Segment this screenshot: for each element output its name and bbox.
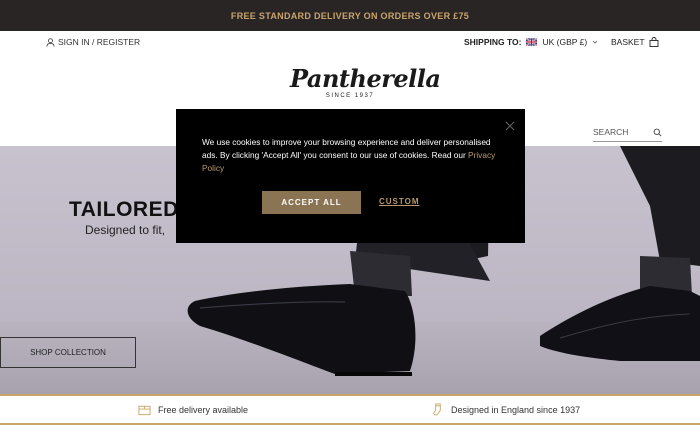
feature-england: Designed in England since 1937 — [431, 403, 580, 416]
basket-label: BASKET — [611, 37, 645, 47]
basket-link[interactable]: BASKET — [611, 37, 659, 47]
hero-title: TAILORED — [69, 198, 179, 221]
cookie-text: We use cookies to improve your browsing … — [202, 137, 491, 160]
shipping-label: SHIPPING TO: — [464, 37, 522, 47]
uk-flag-icon — [526, 38, 538, 46]
accept-all-button[interactable]: ACCEPT ALL — [262, 191, 361, 214]
features-strip: Free delivery available Designed in Engl… — [0, 394, 700, 425]
box-icon — [138, 405, 151, 415]
search-icon[interactable] — [653, 128, 662, 137]
announcement-text: FREE STANDARD DELIVERY ON ORDERS OVER £7… — [230, 10, 470, 21]
feature-delivery: Free delivery available — [138, 404, 248, 416]
basket-icon — [649, 37, 658, 47]
announcement-bar: FREE STANDARD DELIVERY ON ORDERS OVER £7… — [0, 0, 700, 31]
feature-delivery-label: Free delivery available — [158, 404, 249, 415]
logo-since: SINCE 1937 — [325, 93, 375, 99]
chevron-down-icon — [592, 40, 598, 44]
cookie-consent-modal: We use cookies to improve your browsing … — [176, 109, 525, 243]
user-icon — [46, 37, 55, 47]
shop-collection-button[interactable]: SHOP COLLECTION — [0, 337, 136, 368]
shipping-selector[interactable]: SHIPPING TO: UK (GBP £) — [464, 37, 598, 47]
sock-icon — [433, 403, 441, 416]
signin-link[interactable]: SIGN IN / REGISTER — [46, 37, 140, 47]
brand-logo[interactable]: Pantherella SINCE 1937 — [290, 64, 441, 99]
close-icon[interactable] — [505, 121, 515, 131]
cookie-message: We use cookies to improve your browsing … — [202, 136, 502, 175]
signin-label: SIGN IN / REGISTER — [58, 37, 141, 47]
hero-subtitle: Designed to fit, — [85, 223, 166, 237]
custom-button[interactable]: CUSTOM — [379, 197, 420, 206]
logo-wordmark: Pantherella — [290, 64, 441, 93]
search-input[interactable]: SEARCH — [593, 123, 662, 142]
feature-england-label: Designed in England since 1937 — [451, 404, 581, 415]
shipping-value: UK (GBP £) — [542, 37, 588, 47]
search-placeholder: SEARCH — [593, 127, 629, 137]
